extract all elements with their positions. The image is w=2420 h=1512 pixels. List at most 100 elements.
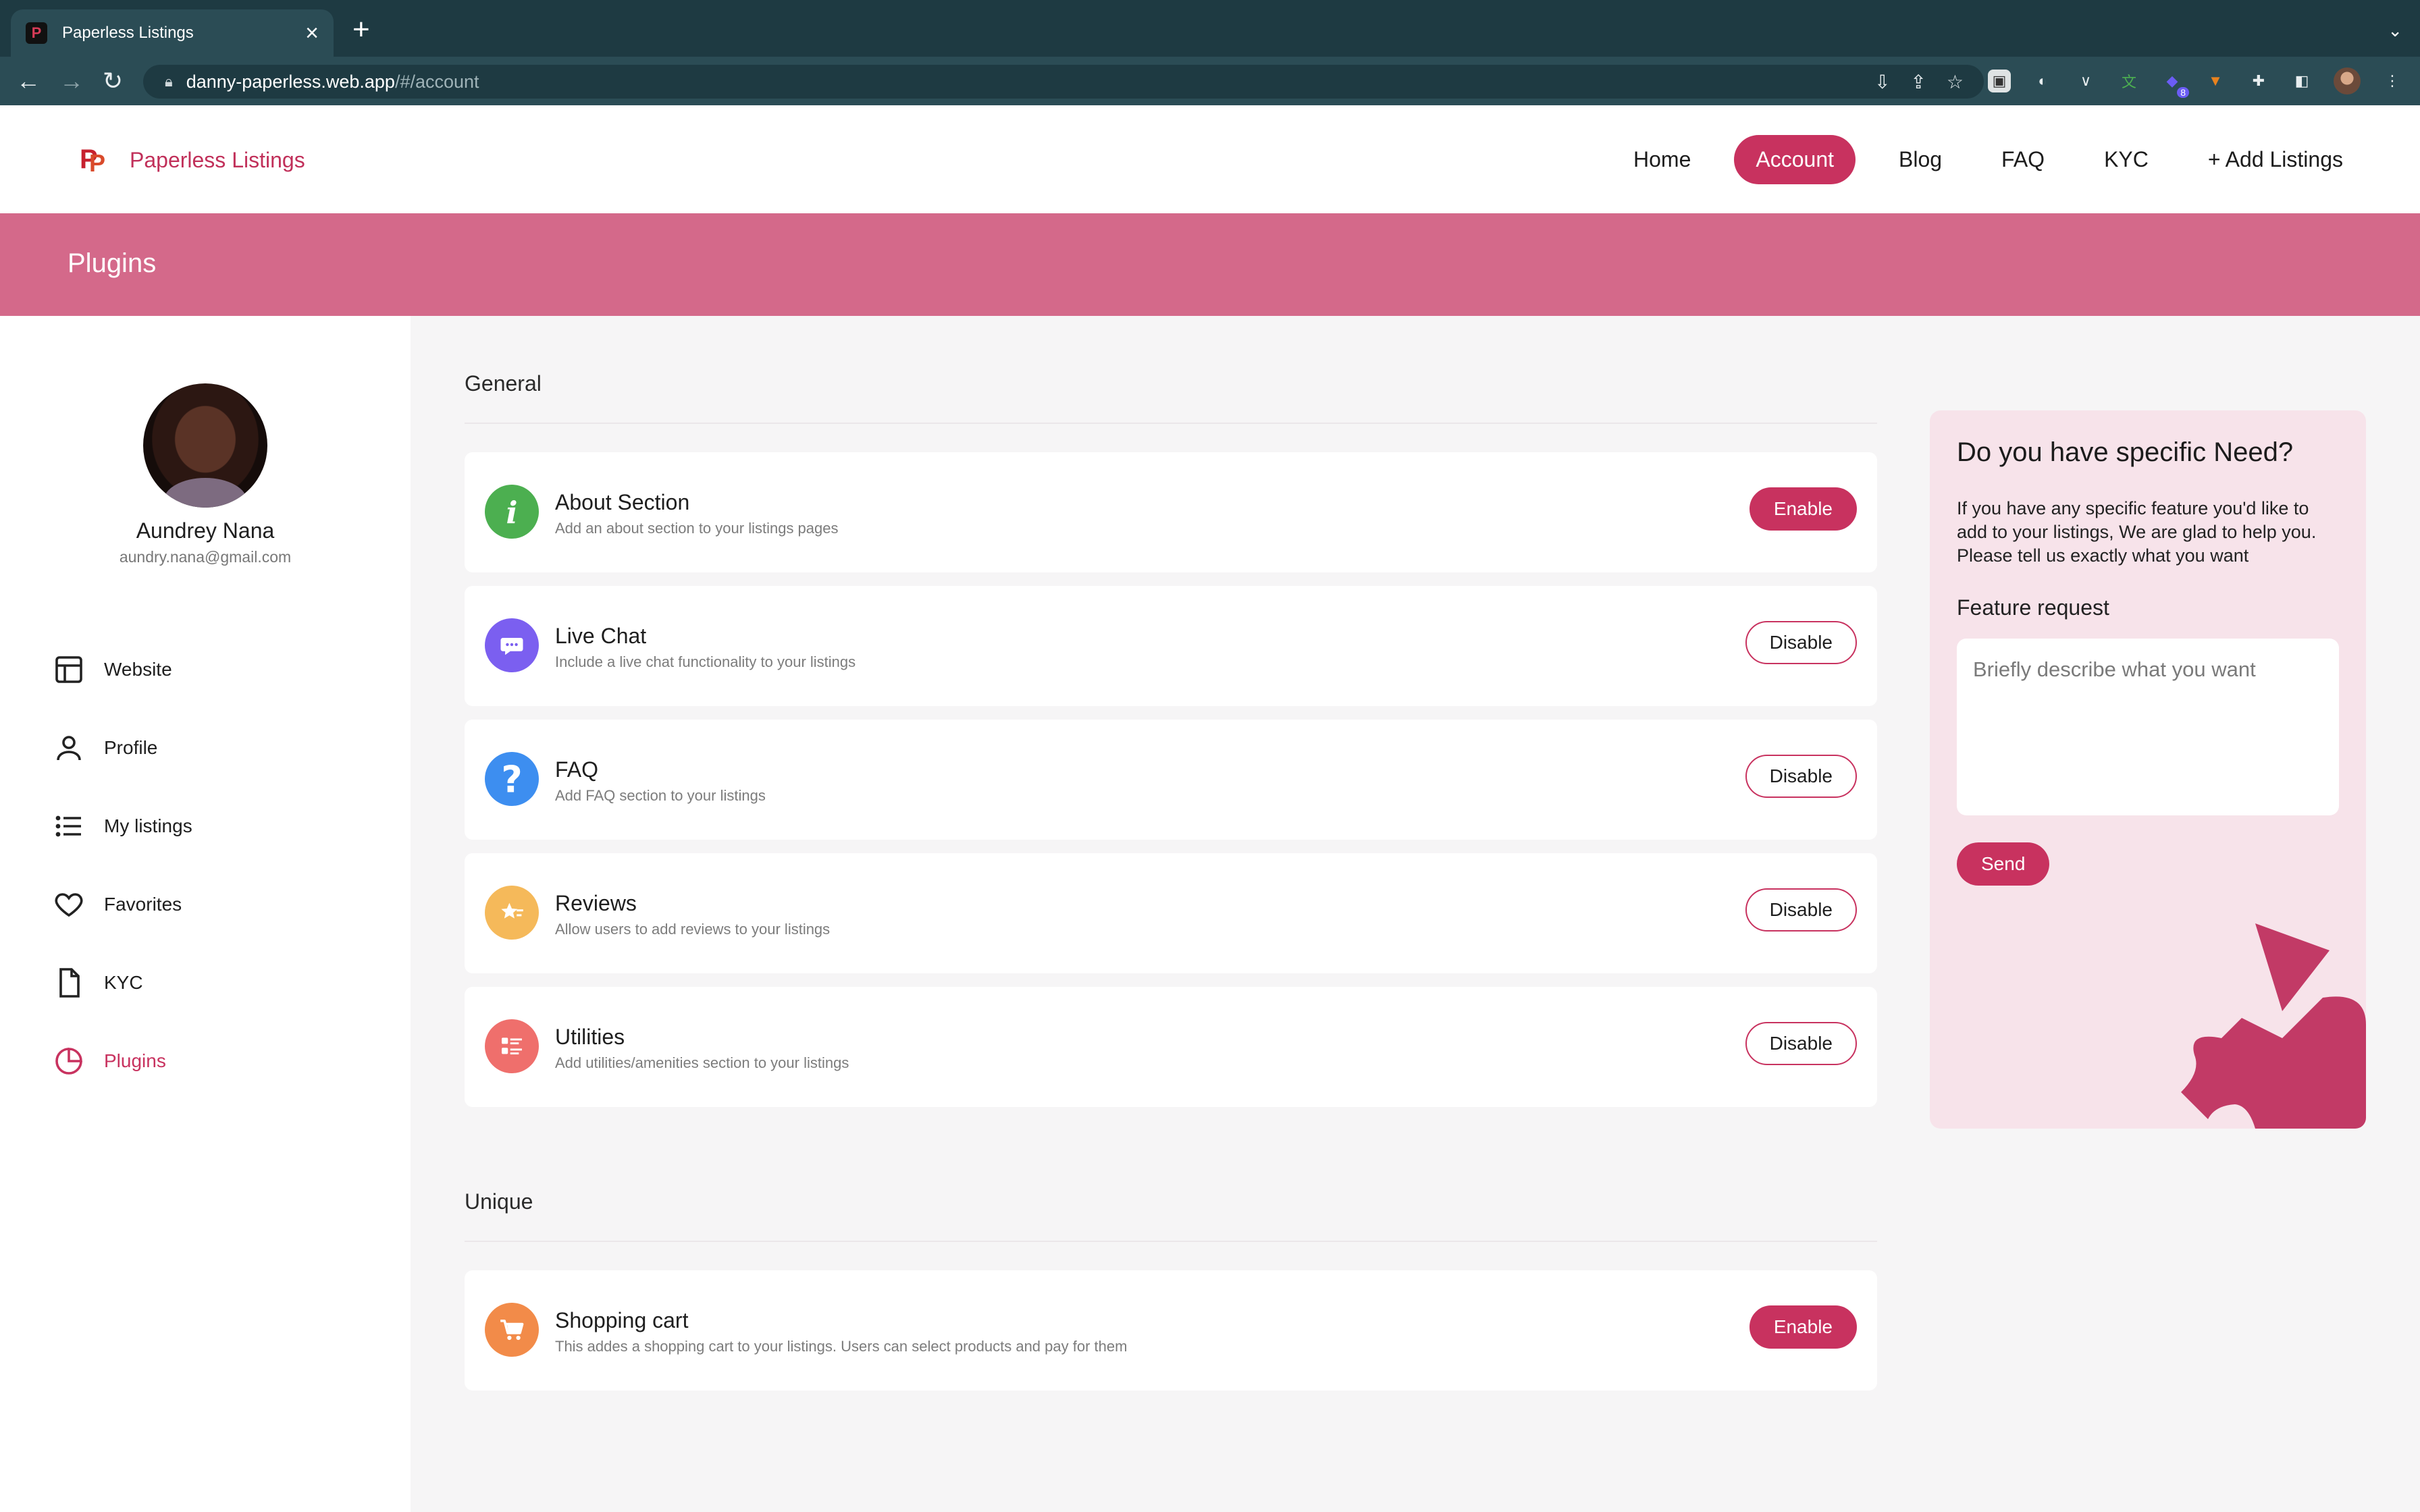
tab-search-chevron-icon[interactable]: ⌄	[2388, 20, 2402, 41]
plugin-description: This addes a shopping cart to your listi…	[555, 1338, 1128, 1355]
sidebar-item-plugins[interactable]: Plugins	[53, 1022, 192, 1100]
section-title-unique: Unique	[465, 1189, 533, 1214]
plugin-card-reviews: Reviews Allow users to add reviews to yo…	[465, 853, 1877, 973]
logo-icon: PP	[80, 144, 106, 177]
heart-icon	[55, 893, 83, 917]
extension-badge-icon[interactable]: ◆ 8	[2161, 70, 2189, 98]
site-favicon-icon: P	[26, 22, 47, 44]
nav-faq[interactable]: FAQ	[1985, 138, 2061, 182]
browser-tab[interactable]: P Paperless Listings ×	[11, 9, 334, 57]
sidebar-item-kyc[interactable]: KYC	[53, 944, 192, 1022]
nav-add-listings[interactable]: + Add Listings	[2192, 138, 2359, 182]
sidebar-item-my-listings[interactable]: My listings	[53, 787, 192, 865]
feature-request-input[interactable]	[1957, 639, 2339, 815]
site-logo[interactable]: PP Paperless Listings	[80, 144, 305, 176]
top-navigation: Home Account Blog FAQ KYC + Add Listings	[1617, 135, 2359, 184]
extension-badge-count: 8	[2177, 87, 2189, 98]
page-title: Plugins	[68, 248, 157, 278]
sidebar-item-website[interactable]: Website	[53, 630, 192, 709]
browser-profile-avatar[interactable]	[2334, 68, 2361, 94]
plugin-description: Add FAQ section to your listings	[555, 787, 766, 804]
plugin-card-faq: ? FAQ Add FAQ section to your listings D…	[465, 720, 1877, 840]
sidebar-item-label: Website	[104, 659, 172, 680]
disable-reviews-button[interactable]: Disable	[1745, 888, 1857, 932]
plugin-card-about: i About Section Add an about section to …	[465, 452, 1877, 572]
document-icon	[59, 968, 80, 998]
cart-icon	[485, 1303, 539, 1357]
url-host: danny-paperless.web.app	[186, 71, 395, 92]
section-title-general: General	[465, 371, 542, 396]
star-review-icon	[485, 886, 539, 940]
utilities-icon	[485, 1019, 539, 1073]
page-banner: Plugins	[0, 213, 2420, 316]
layout-icon	[55, 656, 82, 683]
plugin-card-shopping-cart: Shopping cart This addes a shopping cart…	[465, 1270, 1877, 1390]
list-icon	[55, 815, 81, 837]
plugin-name: Utilities	[555, 1025, 625, 1049]
lock-icon: 🔒︎	[165, 73, 173, 90]
share-icon[interactable]: ⇪	[1910, 71, 1926, 93]
browser-tab-bar: P Paperless Listings × + ⌄	[0, 0, 2420, 57]
browser-toolbar: ← → ↻ 🔒︎ danny-paperless.web.app/#/accou…	[0, 57, 2420, 105]
pie-chart-icon	[55, 1048, 82, 1075]
plugin-description: Add an about section to your listings pa…	[555, 520, 839, 537]
extension-vue-icon[interactable]: ∨	[2074, 70, 2097, 92]
nav-blog[interactable]: Blog	[1883, 138, 1958, 182]
extension-circle-icon[interactable]: ◐	[2031, 70, 2054, 92]
tab-title: Paperless Listings	[62, 24, 194, 42]
request-title: Do you have specific Need?	[1957, 437, 2294, 467]
plugin-name: Shopping cart	[555, 1308, 689, 1332]
plugin-name: About Section	[555, 490, 690, 514]
disable-utilities-button[interactable]: Disable	[1745, 1022, 1857, 1065]
sidebar-item-label: Favorites	[104, 894, 182, 915]
user-avatar	[143, 383, 267, 508]
plugin-description: Allow users to add reviews to your listi…	[555, 921, 831, 938]
plugin-description: Include a live chat functionality to you…	[555, 653, 856, 670]
sidebar-item-label: KYC	[104, 972, 143, 993]
disable-faq-button[interactable]: Disable	[1745, 755, 1857, 798]
nav-home[interactable]: Home	[1617, 138, 1707, 182]
plugin-name: Live Chat	[555, 624, 647, 648]
plugin-name: FAQ	[555, 757, 599, 782]
user-name: Aundrey Nana	[136, 518, 275, 543]
svg-text:?: ?	[501, 759, 522, 799]
puzzle-piece-icon	[2181, 923, 2366, 1129]
extension-screenshot-icon[interactable]: ▣	[1988, 70, 2011, 92]
plugin-card-live-chat: Live Chat Include a live chat functional…	[465, 586, 1877, 706]
address-bar[interactable]: 🔒︎ danny-paperless.web.app/#/account ⇩ ⇪…	[143, 65, 1984, 99]
account-sidebar: Aundrey Nana aundry.nana@gmail.com Websi…	[0, 316, 411, 1512]
section-divider	[465, 1241, 1877, 1242]
nav-account[interactable]: Account	[1734, 135, 1856, 184]
reload-icon[interactable]: ↻	[103, 66, 123, 96]
forward-arrow-icon[interactable]: →	[59, 66, 84, 96]
extensions-puzzle-icon[interactable]: ✚	[2247, 70, 2270, 92]
user-icon	[57, 736, 81, 761]
send-button[interactable]: Send	[1957, 842, 2050, 886]
nav-kyc[interactable]: KYC	[2088, 138, 2165, 182]
close-tab-icon[interactable]: ×	[305, 22, 319, 45]
enable-about-button[interactable]: Enable	[1749, 487, 1857, 531]
browser-menu-icon[interactable]: ⋮	[2381, 70, 2404, 92]
url-path: /#/account	[394, 71, 479, 92]
bookmark-star-icon[interactable]: ☆	[1947, 71, 1964, 93]
enable-shopping-cart-button[interactable]: Enable	[1749, 1305, 1857, 1349]
plugin-description: Add utilities/amenities section to your …	[555, 1054, 849, 1071]
sidebar-item-label: My listings	[104, 815, 192, 836]
logo-text: Paperless Listings	[130, 147, 305, 172]
sidebar-item-favorites[interactable]: Favorites	[53, 865, 192, 944]
svg-text:i: i	[506, 495, 517, 531]
feature-request-panel: Do you have specific Need? If you have a…	[1930, 410, 2366, 1129]
request-description: If you have any specific feature you'd l…	[1957, 498, 2317, 566]
extension-metamask-icon[interactable]: ▼	[2204, 70, 2227, 92]
side-panel-icon[interactable]: ◧	[2290, 70, 2313, 92]
user-email: aundry.nana@gmail.com	[119, 548, 292, 566]
chat-icon	[485, 618, 539, 672]
sidebar-item-label: Plugins	[104, 1050, 166, 1071]
install-app-icon[interactable]: ⇩	[1874, 71, 1890, 93]
sidebar-item-profile[interactable]: Profile	[53, 709, 192, 787]
back-arrow-icon[interactable]: ←	[16, 66, 41, 96]
new-tab-button[interactable]: +	[352, 15, 370, 45]
extension-translate-icon[interactable]: 文	[2118, 70, 2140, 92]
section-divider	[465, 423, 1877, 424]
disable-live-chat-button[interactable]: Disable	[1745, 621, 1857, 664]
